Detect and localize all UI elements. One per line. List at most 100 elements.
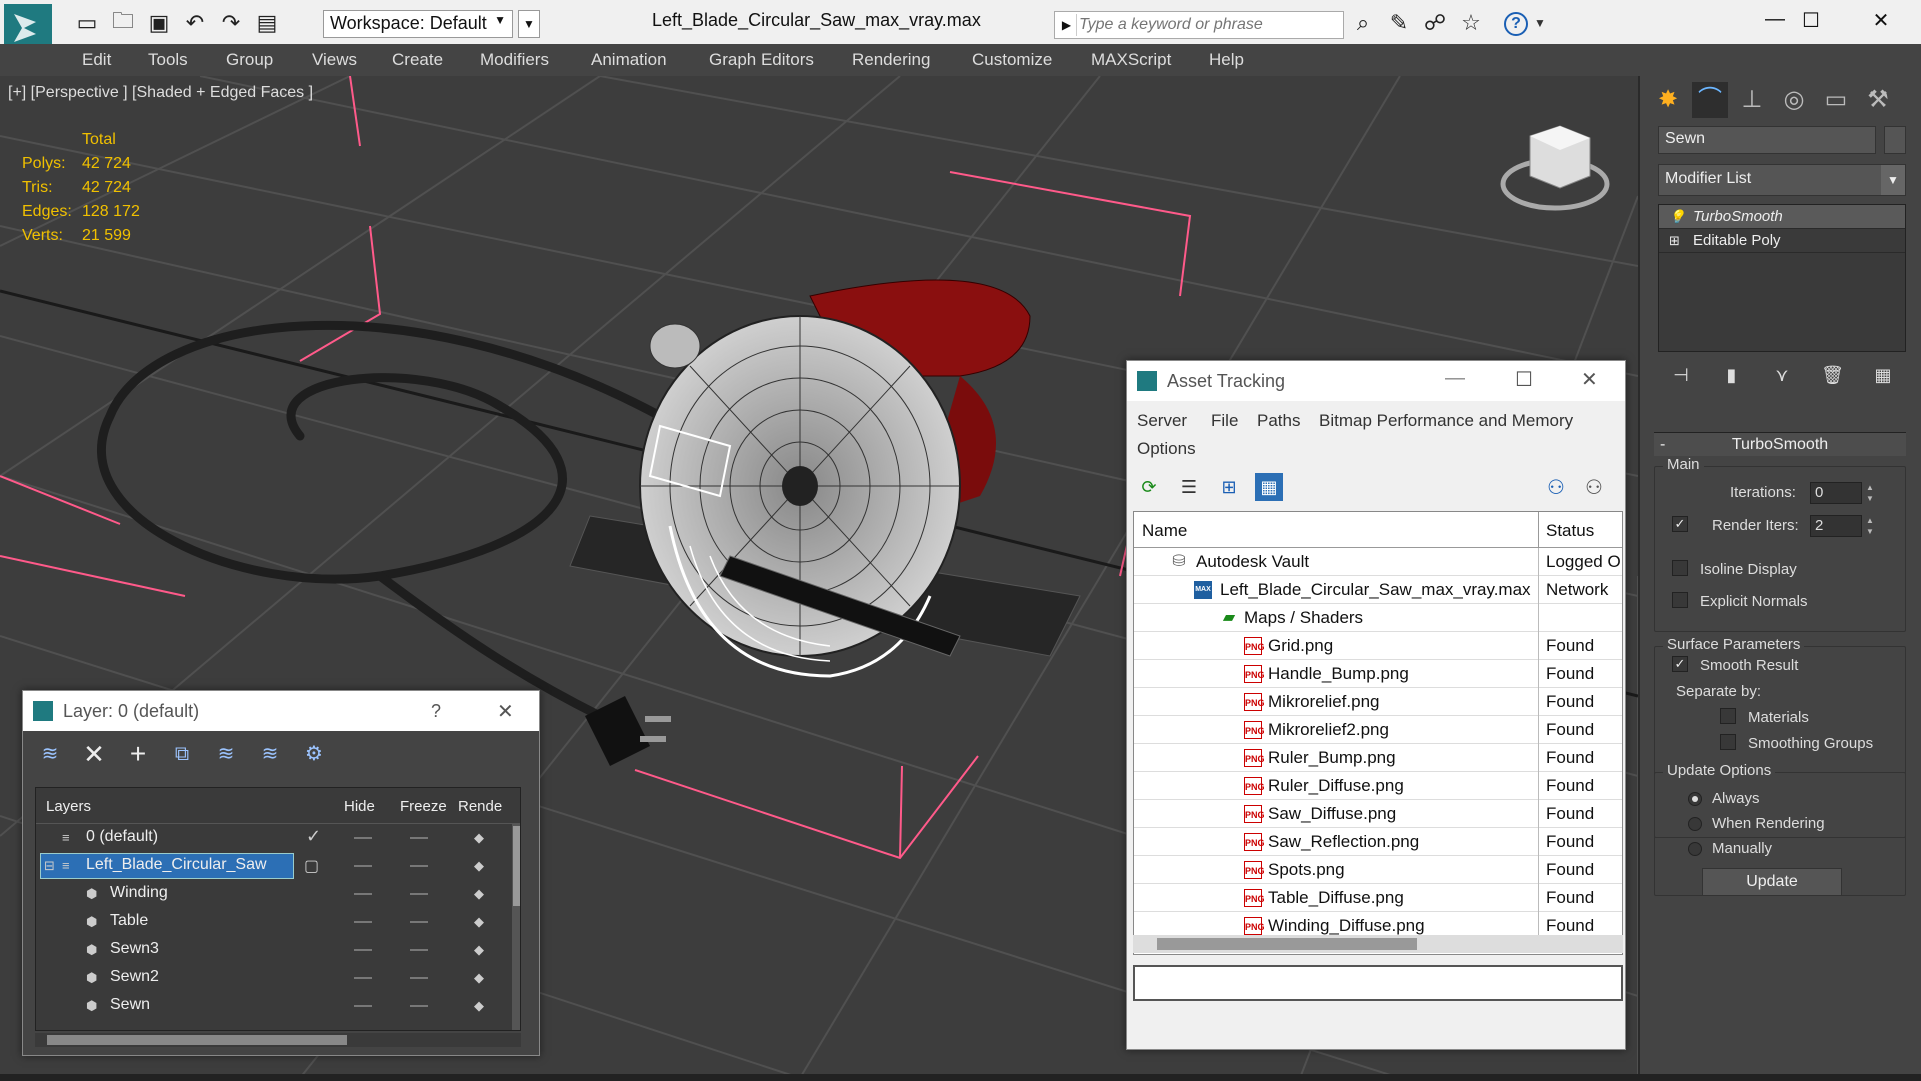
isoline-display-checkbox[interactable] — [1672, 560, 1688, 576]
menu-rendering[interactable]: Rendering — [852, 50, 930, 70]
search-input[interactable] — [1079, 12, 1339, 38]
undo-icon[interactable]: ↶ — [180, 10, 210, 36]
menu-graph-editors[interactable]: Graph Editors — [709, 50, 814, 70]
close-icon[interactable]: ✕ — [497, 699, 514, 724]
hide-toggle[interactable] — [354, 1005, 372, 1007]
current-layer-box-icon[interactable]: ▢ — [304, 856, 319, 876]
asset-row[interactable]: PNG Saw_Diffuse.png Found — [1134, 800, 1622, 828]
checkmark-icon[interactable]: ✓ — [306, 826, 321, 847]
lightbulb-icon[interactable]: 💡 — [1669, 205, 1685, 229]
asset-row[interactable]: PNG Table_Diffuse.png Found — [1134, 884, 1622, 912]
spinner-arrows-icon[interactable]: ▲ ▼ — [1864, 482, 1876, 504]
workspace-menu-arrow[interactable]: ▼ — [518, 10, 540, 38]
list-view-icon[interactable]: ☰ — [1175, 473, 1203, 501]
layer-row[interactable]: ⬢ Sewn3 ◆ — [36, 936, 506, 964]
delete-layer-icon[interactable]: ✕ — [79, 739, 109, 769]
menu-maxscript[interactable]: MAXScript — [1091, 50, 1171, 70]
column-hide[interactable]: Hide — [344, 798, 375, 815]
materials-checkbox[interactable] — [1720, 708, 1736, 724]
spinner-arrows-icon[interactable]: ▲ ▼ — [1864, 515, 1876, 537]
collapse-box-icon[interactable]: ⊟ — [44, 858, 55, 874]
render-iters-spinner[interactable]: 2 — [1810, 515, 1862, 537]
layer-window-titlebar[interactable]: Layer: 0 (default) ? ✕ — [23, 691, 539, 731]
object-name-field[interactable]: Sewn — [1658, 126, 1876, 154]
close-icon[interactable]: ✕ — [1866, 8, 1896, 33]
render-teapot-icon[interactable]: ◆ — [474, 914, 484, 930]
render-teapot-icon[interactable]: ◆ — [474, 830, 484, 846]
menu-modifiers[interactable]: Modifiers — [480, 50, 549, 70]
layer-properties-icon[interactable]: ⚙ — [299, 739, 329, 769]
maximize-icon[interactable]: ☐ — [1796, 8, 1826, 33]
freeze-toggle[interactable] — [410, 893, 428, 895]
menu-bitmap-performance[interactable]: Bitmap Performance and Memory — [1319, 411, 1573, 431]
vertical-scrollbar[interactable] — [512, 824, 520, 1030]
layers-stack-icon[interactable]: ≋ — [35, 739, 65, 769]
refresh-icon[interactable]: ⟳ — [1135, 473, 1163, 501]
hierarchy-tab-icon[interactable]: ⊥ — [1734, 82, 1770, 118]
layer-row[interactable]: ⬢ Table ◆ — [36, 908, 506, 936]
menu-tools[interactable]: Tools — [148, 50, 188, 70]
open-folder-icon[interactable]: 🗀 — [108, 8, 138, 36]
help-icon[interactable]: ? — [431, 701, 441, 722]
freeze-toggle[interactable] — [410, 977, 428, 979]
menu-group[interactable]: Group — [226, 50, 273, 70]
help-button[interactable]: ? — [1504, 12, 1528, 36]
help-query-icon[interactable]: ⚇ — [1585, 475, 1603, 500]
asset-row[interactable]: PNG Grid.png Found — [1134, 632, 1622, 660]
turbosmooth-rollout-header[interactable]: - TurboSmooth — [1654, 432, 1906, 456]
layer-row[interactable]: ⊟ ≡ Left_Blade_Circular_Saw ▢ ◆ — [36, 852, 506, 880]
asset-row[interactable]: ⛁ Autodesk Vault Logged O — [1134, 548, 1622, 576]
asset-row[interactable]: PNG Spots.png Found — [1134, 856, 1622, 884]
menu-options[interactable]: Options — [1137, 439, 1196, 459]
stack-item-editable-poly[interactable]: ⊞ Editable Poly — [1659, 229, 1905, 253]
menu-file[interactable]: File — [1211, 411, 1238, 431]
maximize-icon[interactable]: ☐ — [1515, 367, 1533, 392]
remove-modifier-icon[interactable]: 🗑 — [1818, 360, 1848, 390]
layer-row[interactable]: ≡ 0 (default) ✓ ◆ — [36, 824, 506, 852]
horizontal-scrollbar[interactable] — [1133, 935, 1623, 953]
redo-icon[interactable]: ↷ — [216, 10, 246, 36]
star-icon[interactable]: ☆ — [1458, 10, 1484, 36]
modifier-list-dropdown[interactable]: Modifier List ▼ — [1658, 164, 1906, 196]
freeze-toggle[interactable] — [410, 1005, 428, 1007]
communication-center-icon[interactable]: ☍ — [1422, 10, 1448, 36]
explicit-normals-checkbox[interactable] — [1672, 592, 1688, 608]
layer-row[interactable]: ⬢ Sewn2 ◆ — [36, 964, 506, 992]
column-layers[interactable]: Layers — [46, 798, 91, 815]
menu-create[interactable]: Create — [392, 50, 443, 70]
menu-customize[interactable]: Customize — [972, 50, 1052, 70]
project-folder-icon[interactable]: ▤ — [252, 10, 282, 36]
asset-row[interactable]: ▰ Maps / Shaders — [1134, 604, 1622, 632]
menu-views[interactable]: Views — [312, 50, 357, 70]
scrollbar-thumb[interactable] — [47, 1035, 347, 1045]
smoothing-groups-checkbox[interactable] — [1720, 734, 1736, 750]
asset-window-titlebar[interactable]: Asset Tracking — ☐ ✕ — [1127, 361, 1625, 401]
hide-toggle[interactable] — [354, 977, 372, 979]
column-name[interactable]: Name — [1142, 521, 1187, 541]
table-view-icon[interactable]: ▦ — [1255, 473, 1283, 501]
hide-toggle[interactable] — [354, 921, 372, 923]
hide-toggle[interactable] — [354, 865, 372, 867]
tree-view-icon[interactable]: ⊞ — [1215, 473, 1243, 501]
close-icon[interactable]: ✕ — [1581, 367, 1598, 392]
column-render[interactable]: Rende — [458, 798, 502, 815]
hide-toggle[interactable] — [354, 837, 372, 839]
asset-row[interactable]: PNG Mikrorelief.png Found — [1134, 688, 1622, 716]
freeze-toggle[interactable] — [410, 865, 428, 867]
wrench-icon[interactable]: ✎ — [1386, 10, 1412, 36]
make-unique-icon[interactable]: ⋎ — [1767, 360, 1797, 390]
menu-server[interactable]: Server — [1137, 411, 1187, 431]
manually-radio[interactable] — [1688, 842, 1702, 856]
render-teapot-icon[interactable]: ◆ — [474, 858, 484, 874]
minimize-icon[interactable]: — — [1760, 8, 1790, 31]
hide-toggle[interactable] — [354, 949, 372, 951]
stack-item-turbosmooth[interactable]: 💡 TurboSmooth — [1659, 205, 1905, 229]
column-status[interactable]: Status — [1546, 521, 1594, 541]
layer-row[interactable]: ⬢ Sewn ◆ — [36, 992, 506, 1020]
freeze-toggle[interactable] — [410, 837, 428, 839]
minimize-icon[interactable]: — — [1445, 367, 1465, 390]
select-in-layer-icon[interactable]: ≋ — [211, 739, 241, 769]
object-color-swatch[interactable] — [1884, 126, 1906, 154]
save-icon[interactable]: ▣ — [144, 10, 174, 36]
hide-toggle[interactable] — [354, 893, 372, 895]
